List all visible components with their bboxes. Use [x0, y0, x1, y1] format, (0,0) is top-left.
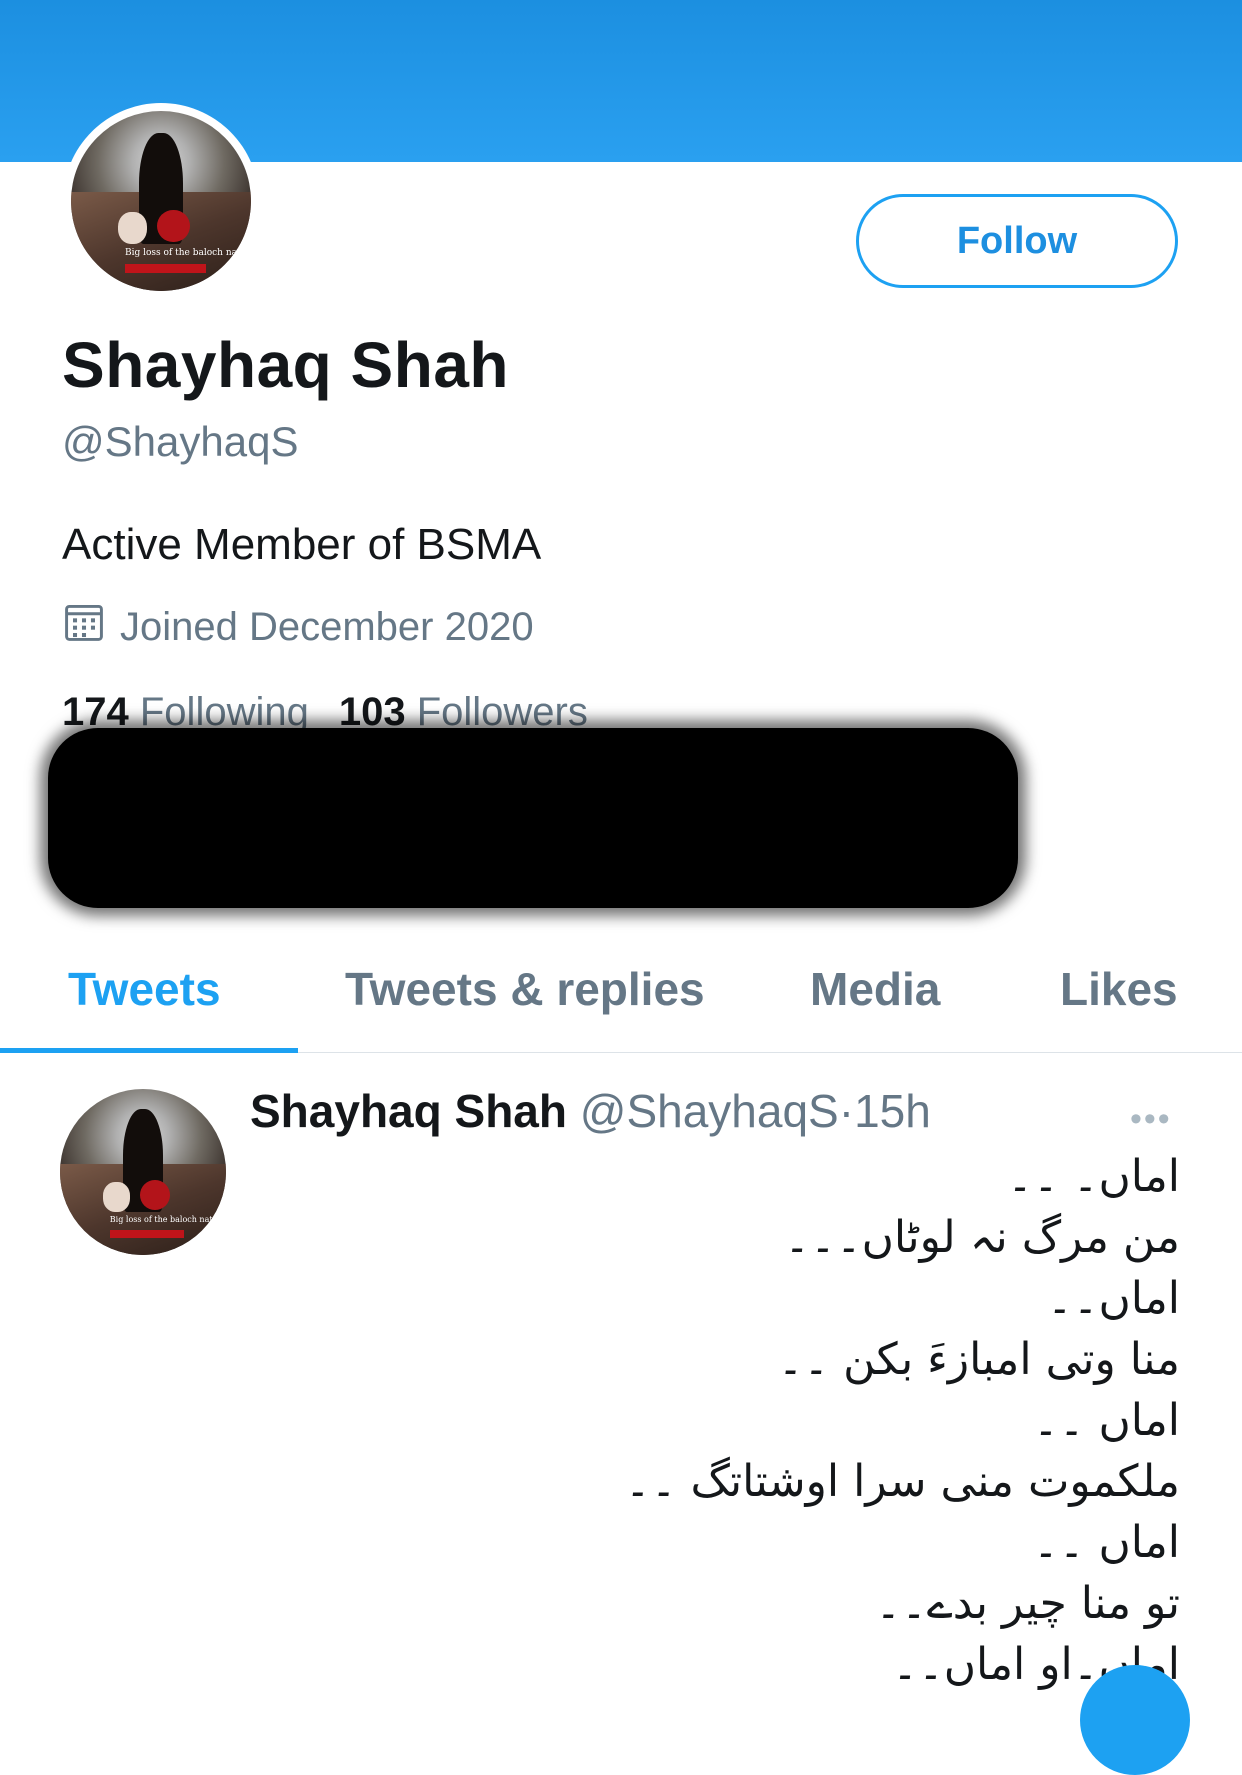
tweet-author-name[interactable]: Shayhaq Shah: [250, 1085, 567, 1137]
tab-likes[interactable]: Likes: [1060, 962, 1178, 1016]
tab-tweets-and-replies[interactable]: Tweets & replies: [345, 962, 705, 1016]
more-options-icon[interactable]: •••: [1130, 1100, 1172, 1139]
tweet-line: اماں۔او اماں۔۔: [892, 1639, 1180, 1690]
profile-avatar[interactable]: Big loss of the baloch nation: [63, 103, 259, 299]
joined-text: Joined December 2020: [120, 604, 534, 649]
profile-tabs: Tweets Tweets & replies Media Likes: [0, 940, 1242, 1053]
tweet-separator: ·: [838, 1085, 855, 1137]
tweet-line: اماں۔۔: [1046, 1273, 1180, 1324]
tweet-line: من مرگ نہ لوٹاں۔۔۔: [784, 1212, 1180, 1263]
avatar-caption: Big loss of the baloch nation: [125, 247, 251, 258]
joined-date: Joined December 2020: [62, 600, 534, 654]
profile-bio: Active Member of BSMA: [62, 520, 542, 569]
tweet-line: ملکموت منی سرا اوشتاتگ ۔۔: [624, 1456, 1180, 1507]
redacted-followed-by: aloch: [48, 718, 1018, 913]
tweet-avatar[interactable]: Big loss of the baloch nation: [60, 1089, 226, 1255]
follow-button[interactable]: Follow: [856, 194, 1178, 288]
tweet-line: اماں ۔۔: [1032, 1517, 1180, 1568]
tweet-line: منا وتی امبازءَ بکن ۔۔: [777, 1334, 1180, 1385]
redaction-overlay: [48, 728, 1018, 908]
tweet-line: اماں۔ ۔۔: [1007, 1151, 1180, 1202]
profile-display-name: Shayhaq Shah: [62, 329, 509, 401]
tweet-time[interactable]: 15h: [854, 1085, 931, 1137]
tweet-line: تو منا چیر بدے۔۔: [875, 1578, 1180, 1629]
profile-handle: @ShayhaqS: [62, 418, 299, 465]
tweet-author-handle[interactable]: @ShayhaqS: [580, 1085, 839, 1137]
tweet-avatar-caption: Big loss of the baloch nation: [109, 1215, 226, 1225]
tab-tweets[interactable]: Tweets: [68, 962, 221, 1016]
avatar-image: Big loss of the baloch nation: [71, 111, 251, 291]
calendar-icon: [62, 600, 120, 654]
tweet-line: اماں ۔۔: [1032, 1395, 1180, 1446]
compose-fab[interactable]: [1080, 1665, 1190, 1775]
active-tab-indicator: [0, 1048, 298, 1053]
tweet-header: Shayhaq Shah @ShayhaqS·15h: [250, 1084, 931, 1138]
tweet-text: اماں۔ ۔۔ من مرگ نہ لوٹاں۔۔۔ اماں۔۔ منا و…: [280, 1146, 1180, 1695]
tab-media[interactable]: Media: [810, 962, 940, 1016]
tweet-avatar-image: Big loss of the baloch nation: [60, 1089, 226, 1255]
